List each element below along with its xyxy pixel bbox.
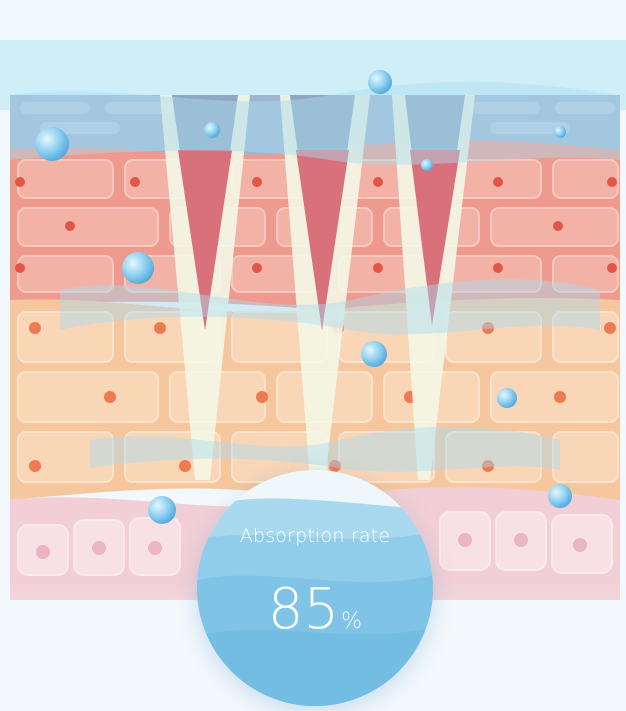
water-droplet: [421, 159, 433, 171]
water-droplet: [122, 252, 154, 284]
water-droplet: [368, 70, 392, 94]
water-droplet: [35, 127, 69, 161]
water-droplet: [148, 496, 176, 524]
absorption-rate-number: 85: [267, 577, 340, 642]
absorption-illustration: Absorption rate 85%: [0, 0, 626, 711]
water-droplet: [548, 484, 572, 508]
water-droplet: [361, 341, 387, 367]
absorption-rate-value: 85%: [197, 582, 433, 638]
absorption-rate-unit: %: [341, 609, 363, 634]
absorption-rate-label: Absorption rate: [239, 525, 391, 547]
water-droplet: [497, 388, 517, 408]
water-droplet: [204, 122, 220, 138]
absorption-rate-badge: Absorption rate 85%: [197, 470, 433, 706]
water-droplet: [554, 126, 566, 138]
